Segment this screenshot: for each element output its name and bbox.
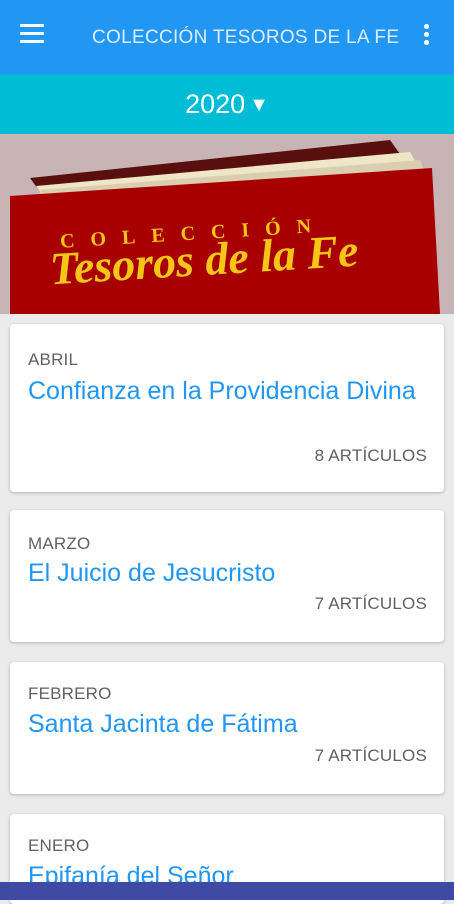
app-bar: COLECCIÓN TESOROS DE LA FE — [0, 0, 454, 74]
issue-article-count: 7 ARTÍCULOS — [314, 594, 427, 613]
collection-banner: COLECCIÓN Tesoros de la Fe — [0, 134, 454, 314]
dropdown-caret-icon: ▼ — [249, 93, 269, 116]
menu-button[interactable] — [20, 24, 50, 50]
bottom-bar — [0, 882, 454, 900]
book-cover-image: COLECCIÓN Tesoros de la Fe — [0, 134, 454, 314]
issue-month: ENERO — [28, 836, 90, 855]
hamburger-menu-icon — [20, 24, 50, 43]
issue-card-abril[interactable]: ABRIL Confianza en la Providencia Divina… — [10, 324, 444, 492]
issue-article-count: 8 ARTÍCULOS — [314, 446, 427, 465]
year-value: 2020 — [185, 88, 246, 119]
issue-month: MARZO — [28, 534, 91, 553]
issue-title: Santa Jacinta de Fátima — [28, 710, 298, 738]
issue-article-count: 7 ARTÍCULOS — [314, 746, 427, 765]
issue-title: El Juicio de Jesucristo — [28, 559, 276, 587]
year-bar: 2020 ▼ — [0, 74, 454, 134]
issue-month: FEBRERO — [28, 684, 112, 703]
more-options-button[interactable] — [416, 24, 436, 52]
issue-month: ABRIL — [28, 350, 79, 369]
year-dropdown[interactable]: 2020 ▼ — [185, 89, 269, 120]
issue-card-marzo[interactable]: MARZO El Juicio de Jesucristo 7 ARTÍCULO… — [10, 510, 444, 642]
app-title: COLECCIÓN TESOROS DE LA FE — [92, 27, 400, 48]
issue-card-febrero[interactable]: FEBRERO Santa Jacinta de Fátima 7 ARTÍCU… — [10, 662, 444, 794]
issue-title: Confianza en la Providencia Divina — [28, 377, 416, 405]
more-vertical-icon — [416, 24, 436, 45]
